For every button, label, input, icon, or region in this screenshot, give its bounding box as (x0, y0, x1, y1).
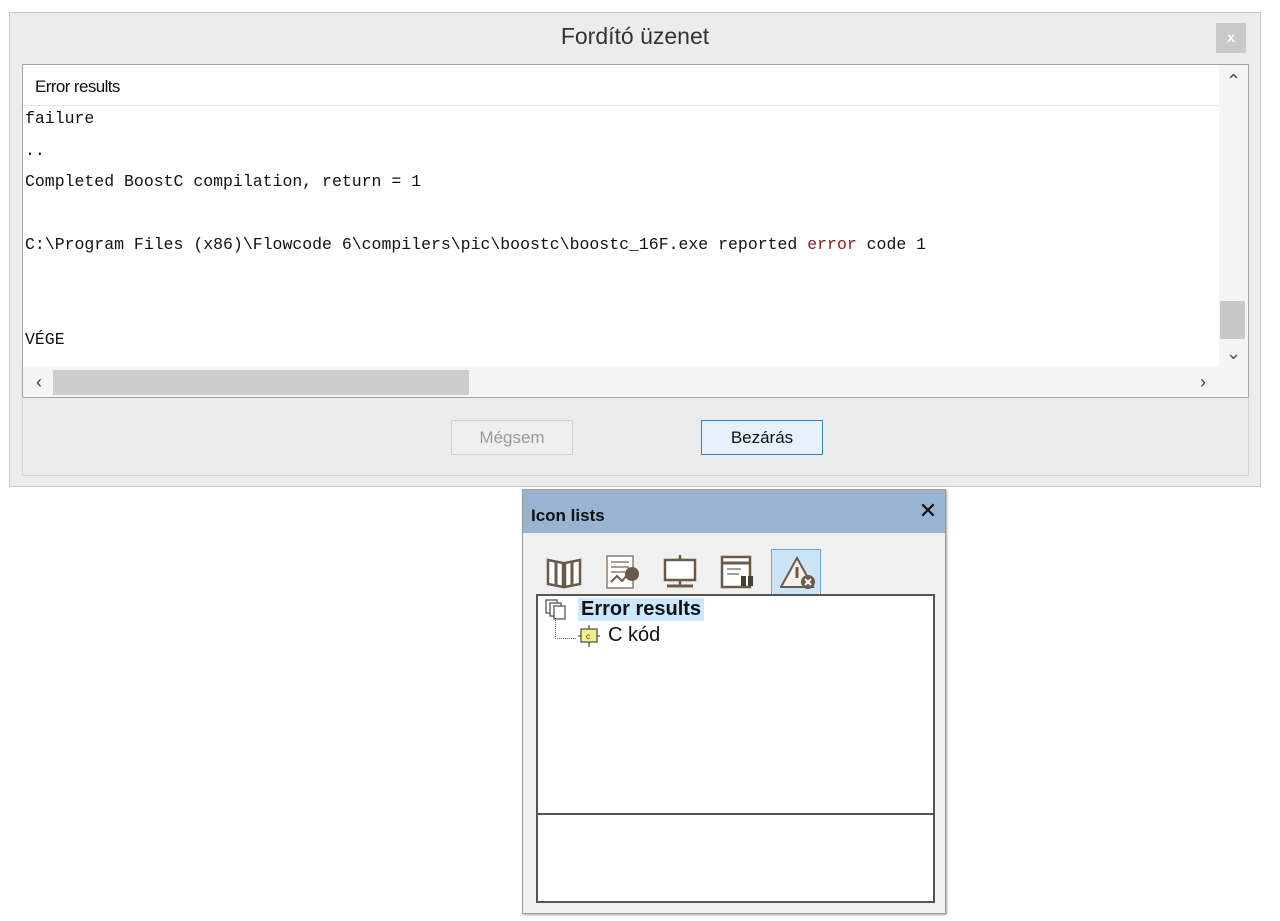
book-icon[interactable] (537, 549, 587, 595)
results-tree[interactable]: Error results c C kód (536, 594, 935, 815)
horizontal-scrollbar[interactable]: ‹ › (23, 367, 1248, 397)
dialog-footer: Mégsem Bezárás (22, 397, 1249, 476)
log-error-word: error (807, 235, 857, 254)
vertical-scroll-thumb[interactable] (1220, 301, 1245, 339)
warning-error-icon[interactable] (771, 549, 821, 595)
scroll-right-icon[interactable]: › (1189, 367, 1217, 397)
svg-text:c: c (586, 632, 590, 641)
icon-lists-close-button[interactable]: ✕ (915, 498, 941, 524)
horizontal-scroll-thumb[interactable] (53, 370, 469, 395)
scroll-left-icon[interactable]: ‹ (25, 367, 53, 397)
compiler-message-dialog: Fordító üzenet x Error results failure .… (9, 12, 1261, 487)
icon-lists-title: Icon lists (531, 506, 605, 525)
scroll-down-icon[interactable]: ⌄ (1219, 339, 1248, 367)
tree-root-label: Error results (578, 598, 705, 621)
icon-lists-panel: Icon lists ✕ Error results c C kód (522, 489, 946, 914)
log-line-end: VÉGE (25, 330, 65, 349)
icon-lists-header: Icon lists ✕ (523, 490, 945, 533)
log-line-completed: Completed BoostC compilation, return = 1 (25, 172, 422, 191)
cancel-button[interactable]: Mégsem (451, 420, 573, 455)
log-path-text: C:\Program Files (x86)\Flowcode 6\compil… (25, 235, 808, 254)
tree-connector (555, 618, 576, 639)
display-board-icon[interactable] (653, 549, 703, 595)
tree-child-label: C kód (608, 624, 661, 646)
log-error-tail: code 1 (856, 235, 927, 254)
panel-title: Error results (35, 77, 120, 96)
panel-header: Error results (23, 65, 1219, 106)
details-pane (536, 813, 935, 903)
window-search-icon[interactable] (711, 549, 761, 595)
error-results-panel: Error results failure .. Completed Boost… (22, 64, 1249, 398)
dialog-close-button[interactable]: x (1216, 23, 1246, 53)
scroll-up-icon[interactable]: ⌃ (1219, 67, 1248, 95)
log-line-failure: failure (25, 109, 95, 128)
log-line-dots: .. (25, 141, 45, 160)
vertical-scrollbar[interactable]: ⌃ ⌄ (1219, 65, 1248, 367)
log-line-error-path: C:\Program Files (x86)\Flowcode 6\compil… (25, 235, 926, 254)
dialog-title: Fordító üzenet (560, 23, 710, 49)
c-code-icon: c (578, 625, 600, 647)
close-button[interactable]: Bezárás (701, 420, 823, 455)
report-icon[interactable] (595, 549, 645, 595)
